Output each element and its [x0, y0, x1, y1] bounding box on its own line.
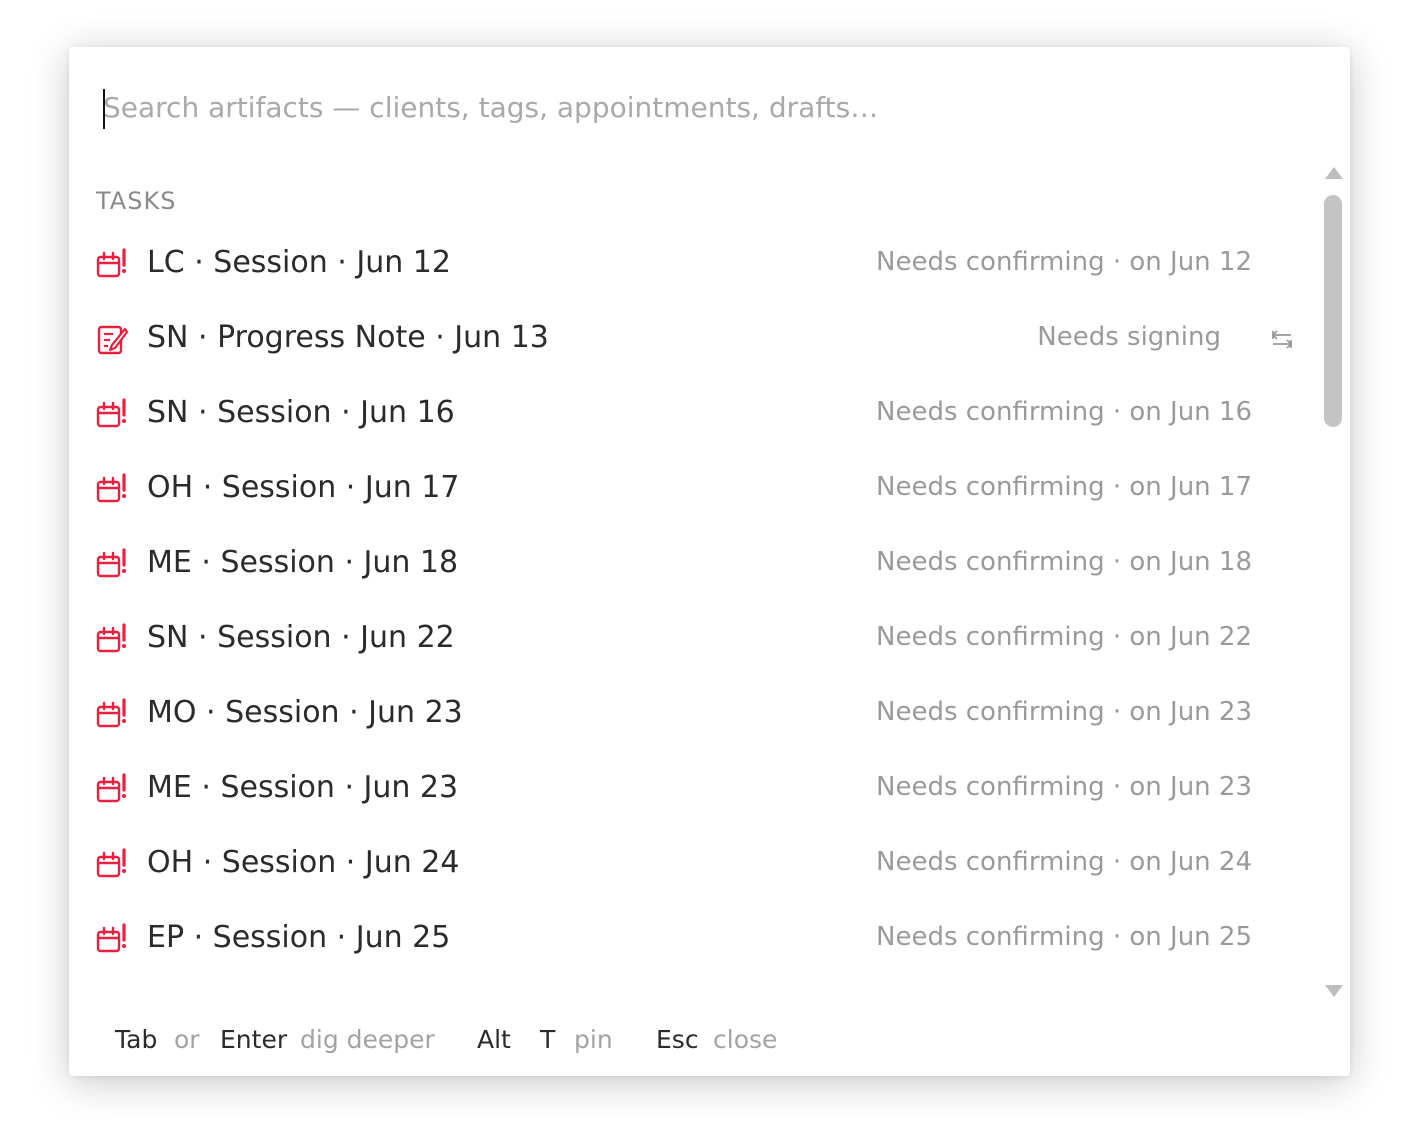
task-row[interactable]: ME · Session · Jun 23 Needs confirming ·… — [69, 754, 1319, 829]
hint-key-t: T — [540, 1025, 556, 1054]
task-status: Needs confirming · on Jun 12 — [876, 247, 1252, 277]
task-row[interactable]: ME · Session · Jun 18 Needs confirming ·… — [69, 529, 1319, 604]
task-title: SN · Session · Jun 22 — [147, 620, 455, 655]
calendar-alert-icon — [96, 248, 126, 278]
task-status: Needs confirming · on Jun 16 — [876, 397, 1252, 427]
calendar-alert-icon — [96, 773, 126, 803]
command-palette: TASKS LC · Session · Jun 12 Needs confir… — [69, 47, 1350, 1076]
keyboard-hints: Tab or Enter dig deeper Alt T pin Esc cl… — [69, 1007, 1350, 1076]
search-input[interactable] — [103, 85, 1303, 129]
task-row[interactable]: EP · Session · Jun 25 Needs confirming ·… — [69, 904, 1319, 979]
scroll-up-arrow-icon[interactable] — [1325, 167, 1343, 179]
calendar-alert-icon — [96, 923, 126, 953]
hint-close: close — [713, 1025, 778, 1054]
hint-dig-deeper: dig deeper — [300, 1025, 435, 1054]
task-row[interactable]: SN · Session · Jun 22 Needs confirming ·… — [69, 604, 1319, 679]
task-status: Needs confirming · on Jun 18 — [876, 547, 1252, 577]
task-status: Needs confirming · on Jun 25 — [876, 922, 1252, 952]
calendar-alert-icon — [96, 848, 126, 878]
task-status: Needs confirming · on Jun 23 — [876, 772, 1252, 802]
hint-or: or — [174, 1025, 200, 1054]
task-status: Needs confirming · on Jun 17 — [876, 472, 1252, 502]
task-row[interactable]: MO · Session · Jun 23 Needs confirming ·… — [69, 679, 1319, 754]
task-rows: LC · Session · Jun 12 Needs confirming ·… — [69, 229, 1319, 979]
hint-key-enter: Enter — [220, 1025, 288, 1054]
task-title: ME · Session · Jun 18 — [147, 545, 459, 580]
task-title: OH · Session · Jun 17 — [147, 470, 460, 505]
task-title: EP · Session · Jun 25 — [147, 920, 451, 955]
note-edit-icon — [97, 325, 128, 355]
scrollbar[interactable] — [1322, 165, 1344, 1005]
task-status: Needs confirming · on Jun 24 — [876, 847, 1252, 877]
section-header-tasks: TASKS — [96, 187, 177, 215]
calendar-alert-icon — [96, 398, 126, 428]
text-caret — [103, 89, 105, 129]
task-title: MO · Session · Jun 23 — [147, 695, 463, 730]
task-row[interactable]: OH · Session · Jun 17 Needs confirming ·… — [69, 454, 1319, 529]
search-box[interactable] — [103, 85, 1303, 129]
calendar-alert-icon — [96, 698, 126, 728]
hint-pin: pin — [574, 1025, 613, 1054]
results-list[interactable]: TASKS LC · Session · Jun 12 Needs confir… — [69, 165, 1319, 1007]
task-row[interactable]: LC · Session · Jun 12 Needs confirming ·… — [69, 229, 1319, 304]
task-status: Needs signing — [1037, 322, 1221, 352]
task-title: LC · Session · Jun 12 — [147, 245, 451, 280]
scroll-thumb[interactable] — [1324, 195, 1342, 427]
task-row[interactable]: SN · Session · Jun 16 Needs confirming ·… — [69, 379, 1319, 454]
calendar-alert-icon — [96, 548, 126, 578]
task-title: SN · Progress Note · Jun 13 — [147, 320, 549, 355]
task-status: Needs confirming · on Jun 23 — [876, 697, 1252, 727]
task-title: SN · Session · Jun 16 — [147, 395, 455, 430]
task-title: OH · Session · Jun 24 — [147, 845, 460, 880]
calendar-alert-icon — [96, 623, 126, 653]
task-row[interactable]: OH · Session · Jun 24 Needs confirming ·… — [69, 829, 1319, 904]
hint-key-tab: Tab — [115, 1025, 158, 1054]
hint-key-esc: Esc — [656, 1025, 699, 1054]
task-row[interactable]: SN · Progress Note · Jun 13 Needs signin… — [69, 304, 1319, 379]
swap-icon[interactable] — [1269, 326, 1295, 352]
hint-key-alt: Alt — [477, 1025, 511, 1054]
calendar-alert-icon — [96, 473, 126, 503]
task-status: Needs confirming · on Jun 22 — [876, 622, 1252, 652]
scroll-down-arrow-icon[interactable] — [1325, 985, 1343, 997]
task-title: ME · Session · Jun 23 — [147, 770, 459, 805]
